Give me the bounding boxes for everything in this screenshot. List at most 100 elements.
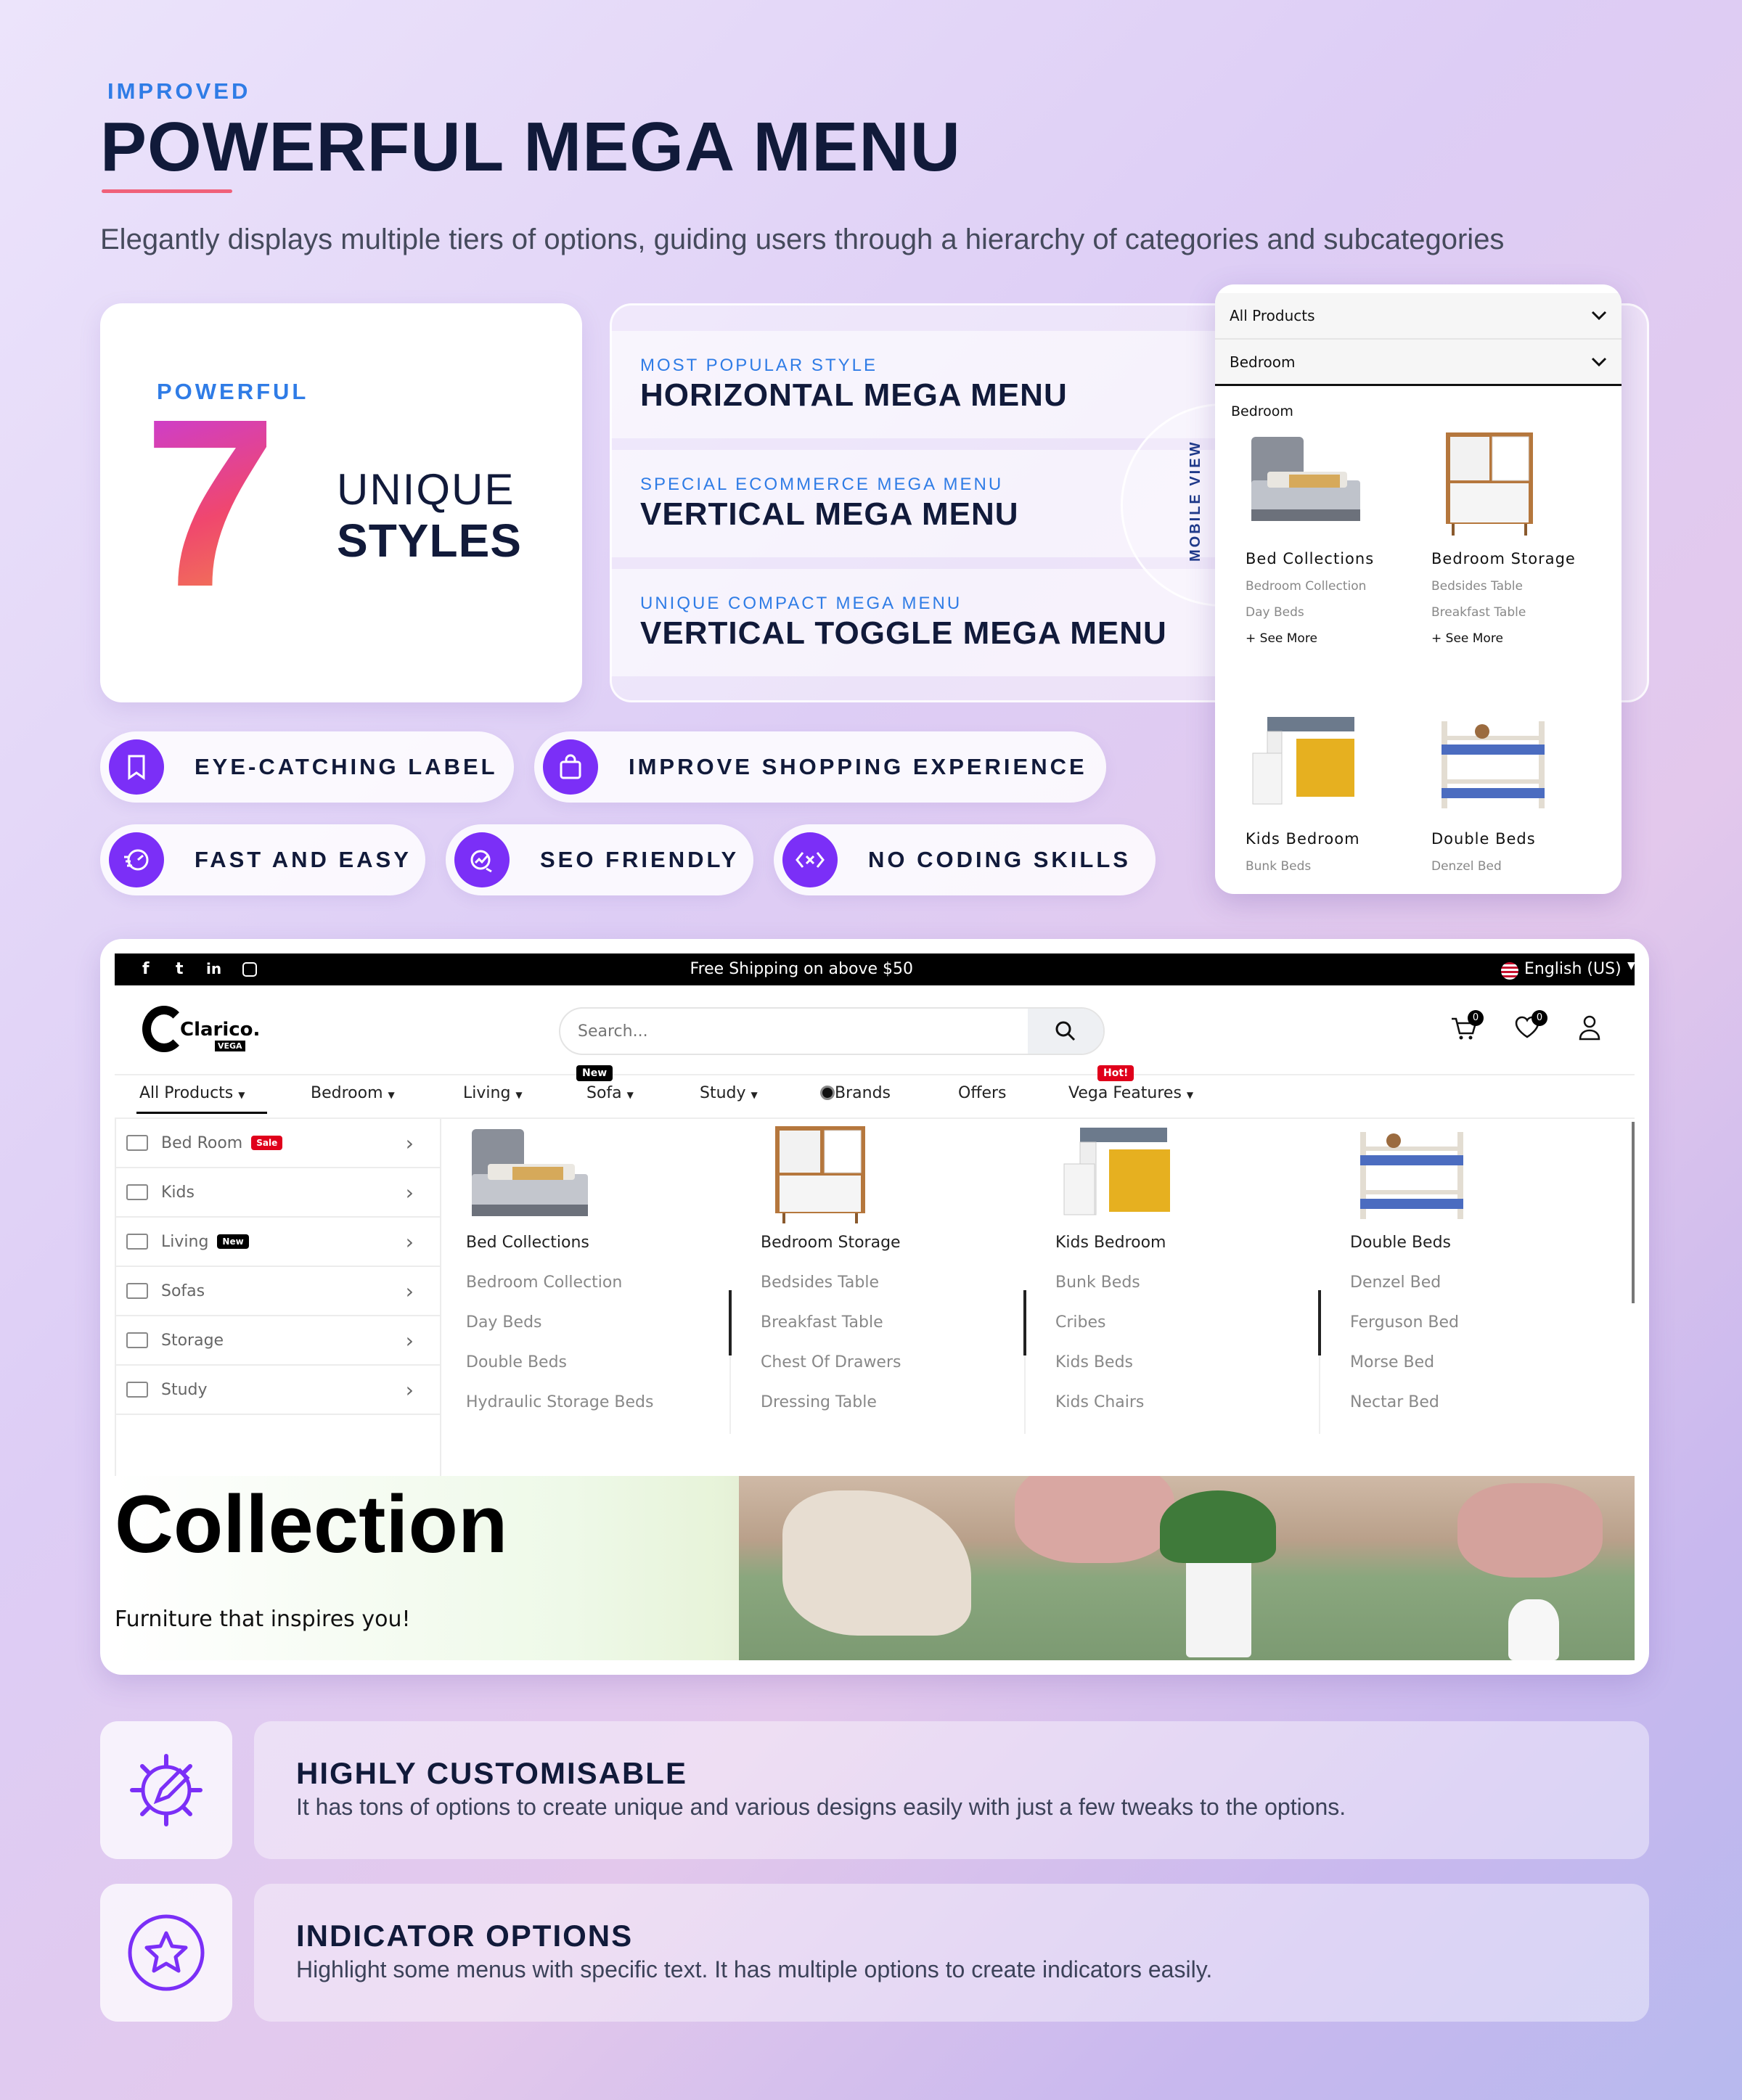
mega-link[interactable]: Bedroom Collection bbox=[466, 1273, 706, 1292]
caret-down-icon: ▼ bbox=[388, 1090, 395, 1100]
column-divider bbox=[1319, 1355, 1320, 1434]
new-badge: New bbox=[217, 1234, 249, 1249]
nav-vega-features[interactable]: Vega Features ▼ bbox=[1068, 1084, 1193, 1102]
sidebar-item-living[interactable]: Living New › bbox=[115, 1218, 440, 1267]
mobile-menu-panel: All Products Bedroom Bedroom Bed Collect… bbox=[1215, 284, 1622, 894]
see-more-link[interactable]: + See More bbox=[1246, 631, 1405, 646]
nav-study[interactable]: Study ▼ bbox=[700, 1084, 758, 1102]
feature-fast-and-easy: FAST AND EASY bbox=[100, 824, 425, 895]
logo-subtext: VEGA bbox=[215, 1041, 245, 1051]
mega-link[interactable]: Kids Beds bbox=[1055, 1353, 1295, 1371]
wishlist-button[interactable]: 0 bbox=[1514, 1010, 1547, 1042]
feature-label: SEO FRIENDLY bbox=[540, 847, 740, 872]
desk-lamp-icon bbox=[126, 1382, 148, 1398]
mega-link[interactable]: Nectar Bed bbox=[1350, 1393, 1590, 1411]
sidebar-item-storage[interactable]: Storage › bbox=[115, 1316, 440, 1366]
see-more-link[interactable]: + See More bbox=[1431, 631, 1591, 646]
sidebar-item-label: Living bbox=[161, 1232, 209, 1251]
feature-label: EYE-CATCHING LABEL bbox=[195, 754, 498, 779]
mega-link[interactable]: Double Beds bbox=[466, 1353, 706, 1371]
menu-style-title: VERTICAL TOGGLE MEGA MENU bbox=[640, 615, 1167, 651]
nav-brands[interactable]: Brands bbox=[820, 1084, 891, 1102]
mega-link[interactable]: Kids Chairs bbox=[1055, 1393, 1295, 1411]
mega-column-title[interactable]: Bed Collections bbox=[466, 1234, 706, 1252]
mobile-product[interactable]: Bed Collections Bedroom Collection Day B… bbox=[1246, 430, 1405, 646]
styles-number: 7 bbox=[144, 369, 277, 636]
mega-link[interactable]: Ferguson Bed bbox=[1350, 1313, 1590, 1332]
nav-sofa[interactable]: Sofa ▼ bbox=[586, 1084, 634, 1102]
nav-all-products[interactable]: All Products ▼ bbox=[139, 1084, 245, 1102]
sidebar-item-study[interactable]: Study › bbox=[115, 1366, 440, 1415]
mobile-select-all-products[interactable]: All Products bbox=[1215, 293, 1622, 340]
mobile-product-sub[interactable]: Bunk Beds bbox=[1246, 859, 1405, 874]
crib-icon bbox=[126, 1184, 148, 1200]
mega-scrollbar[interactable] bbox=[1632, 1122, 1635, 1303]
banner-subtitle: Furniture that inspires you! bbox=[115, 1607, 411, 1632]
mobile-product[interactable]: Double Beds Denzel Bed bbox=[1431, 710, 1591, 874]
mega-link[interactable]: Denzel Bed bbox=[1350, 1273, 1590, 1292]
language-selector[interactable]: English (US) bbox=[1524, 960, 1622, 978]
mega-column-title[interactable]: Kids Bedroom bbox=[1055, 1234, 1295, 1252]
mega-link[interactable]: Dressing Table bbox=[761, 1393, 1000, 1411]
menu-style-kicker: UNIQUE COMPACT MEGA MENU bbox=[640, 594, 962, 613]
page-title: POWERFUL MEGA MENU bbox=[100, 108, 961, 186]
logo-mark bbox=[142, 1006, 186, 1052]
sidebar-item-kids[interactable]: Kids › bbox=[115, 1168, 440, 1218]
sidebar-item-bed-room[interactable]: Bed Room Sale › bbox=[115, 1119, 440, 1168]
mega-column-title[interactable]: Double Beds bbox=[1350, 1234, 1590, 1252]
mega-link[interactable]: Bedsides Table bbox=[761, 1273, 1000, 1292]
star-badge-icon bbox=[128, 1914, 205, 1991]
sidebar-item-sofas[interactable]: Sofas › bbox=[115, 1267, 440, 1316]
mobile-product-sub[interactable]: Day Beds bbox=[1246, 605, 1405, 620]
mega-column-title[interactable]: Bedroom Storage bbox=[761, 1234, 1000, 1252]
caret-down-icon: ▼ bbox=[1186, 1090, 1194, 1100]
mobile-product-title: Kids Bedroom bbox=[1246, 830, 1360, 848]
mega-column: Bed Collections Bedroom Collection Day B… bbox=[466, 1123, 706, 1411]
mobile-product-sub[interactable]: Breakfast Table bbox=[1431, 605, 1591, 620]
mega-link[interactable]: Chest Of Drawers bbox=[761, 1353, 1000, 1371]
mobile-product-sub[interactable]: Bedsides Table bbox=[1431, 579, 1591, 594]
mobile-product-title: Bed Collections bbox=[1246, 550, 1375, 567]
feature-description: It has tons of options to create unique … bbox=[296, 1794, 1346, 1820]
indicator-feature: INDICATOR OPTIONS Highlight some menus w… bbox=[254, 1884, 1649, 2022]
store-logo[interactable]: Clarico. VEGA bbox=[142, 1006, 261, 1057]
feature-description: Highlight some menus with specific text.… bbox=[296, 1956, 1213, 1982]
bunk-bed-image bbox=[1360, 1132, 1463, 1219]
cart-button[interactable]: 0 bbox=[1450, 1010, 1484, 1043]
mega-link[interactable]: Breakfast Table bbox=[761, 1313, 1000, 1332]
flag-us-icon bbox=[1501, 962, 1518, 980]
hero-banner: Collection Furniture that inspires you! bbox=[115, 1476, 1635, 1660]
new-badge: New bbox=[576, 1065, 613, 1081]
mobile-product-sub[interactable]: Denzel Bed bbox=[1431, 859, 1591, 874]
chevron-down-icon: ▼ bbox=[1627, 960, 1635, 972]
styles-card: POWERFUL 7 UNIQUE STYLES bbox=[100, 303, 582, 702]
account-button[interactable] bbox=[1578, 1014, 1601, 1043]
search-input[interactable] bbox=[560, 1009, 1097, 1054]
page-subtitle: Elegantly displays multiple tiers of opt… bbox=[100, 223, 1505, 255]
mega-link[interactable]: Day Beds bbox=[466, 1313, 706, 1332]
mega-column: Bedroom Storage Bedsides Table Breakfast… bbox=[761, 1123, 1000, 1411]
mobile-product[interactable]: Kids Bedroom Bunk Beds bbox=[1246, 710, 1405, 874]
nav-living[interactable]: Living ▼ bbox=[463, 1084, 523, 1102]
logo-text: Clarico. bbox=[180, 1019, 261, 1041]
nav-label: Vega Features bbox=[1068, 1084, 1182, 1102]
pillow-shape bbox=[1015, 1476, 1174, 1563]
mobile-view-label: MOBILE VIEW bbox=[1187, 440, 1203, 562]
mega-link[interactable]: Bunk Beds bbox=[1055, 1273, 1295, 1292]
nav-bedroom[interactable]: Bedroom ▼ bbox=[311, 1084, 395, 1102]
mega-link[interactable]: Hydraulic Storage Beds bbox=[466, 1393, 706, 1411]
search-button[interactable] bbox=[1028, 1009, 1103, 1054]
vase-shape bbox=[1508, 1599, 1559, 1660]
mega-link[interactable]: Cribes bbox=[1055, 1313, 1295, 1332]
chevron-down-icon bbox=[1591, 353, 1607, 371]
mobile-product-sub[interactable]: Bedroom Collection bbox=[1246, 579, 1405, 594]
mobile-product[interactable]: Bedroom Storage Bedsides Table Breakfast… bbox=[1431, 430, 1591, 646]
mega-link[interactable]: Morse Bed bbox=[1350, 1353, 1590, 1371]
sidebar-item-label: Bed Room bbox=[161, 1133, 243, 1152]
nav-label: Living bbox=[463, 1084, 511, 1102]
nav-offers[interactable]: Offers bbox=[958, 1084, 1007, 1102]
mobile-select-bedroom[interactable]: Bedroom bbox=[1215, 340, 1622, 386]
chevron-down-icon bbox=[1591, 307, 1607, 324]
store-demo: f t in Free Shipping on above $50 Englis… bbox=[100, 939, 1649, 1675]
menu-style-horizontal: MOST POPULAR STYLE HORIZONTAL MEGA MENU bbox=[611, 331, 1221, 438]
